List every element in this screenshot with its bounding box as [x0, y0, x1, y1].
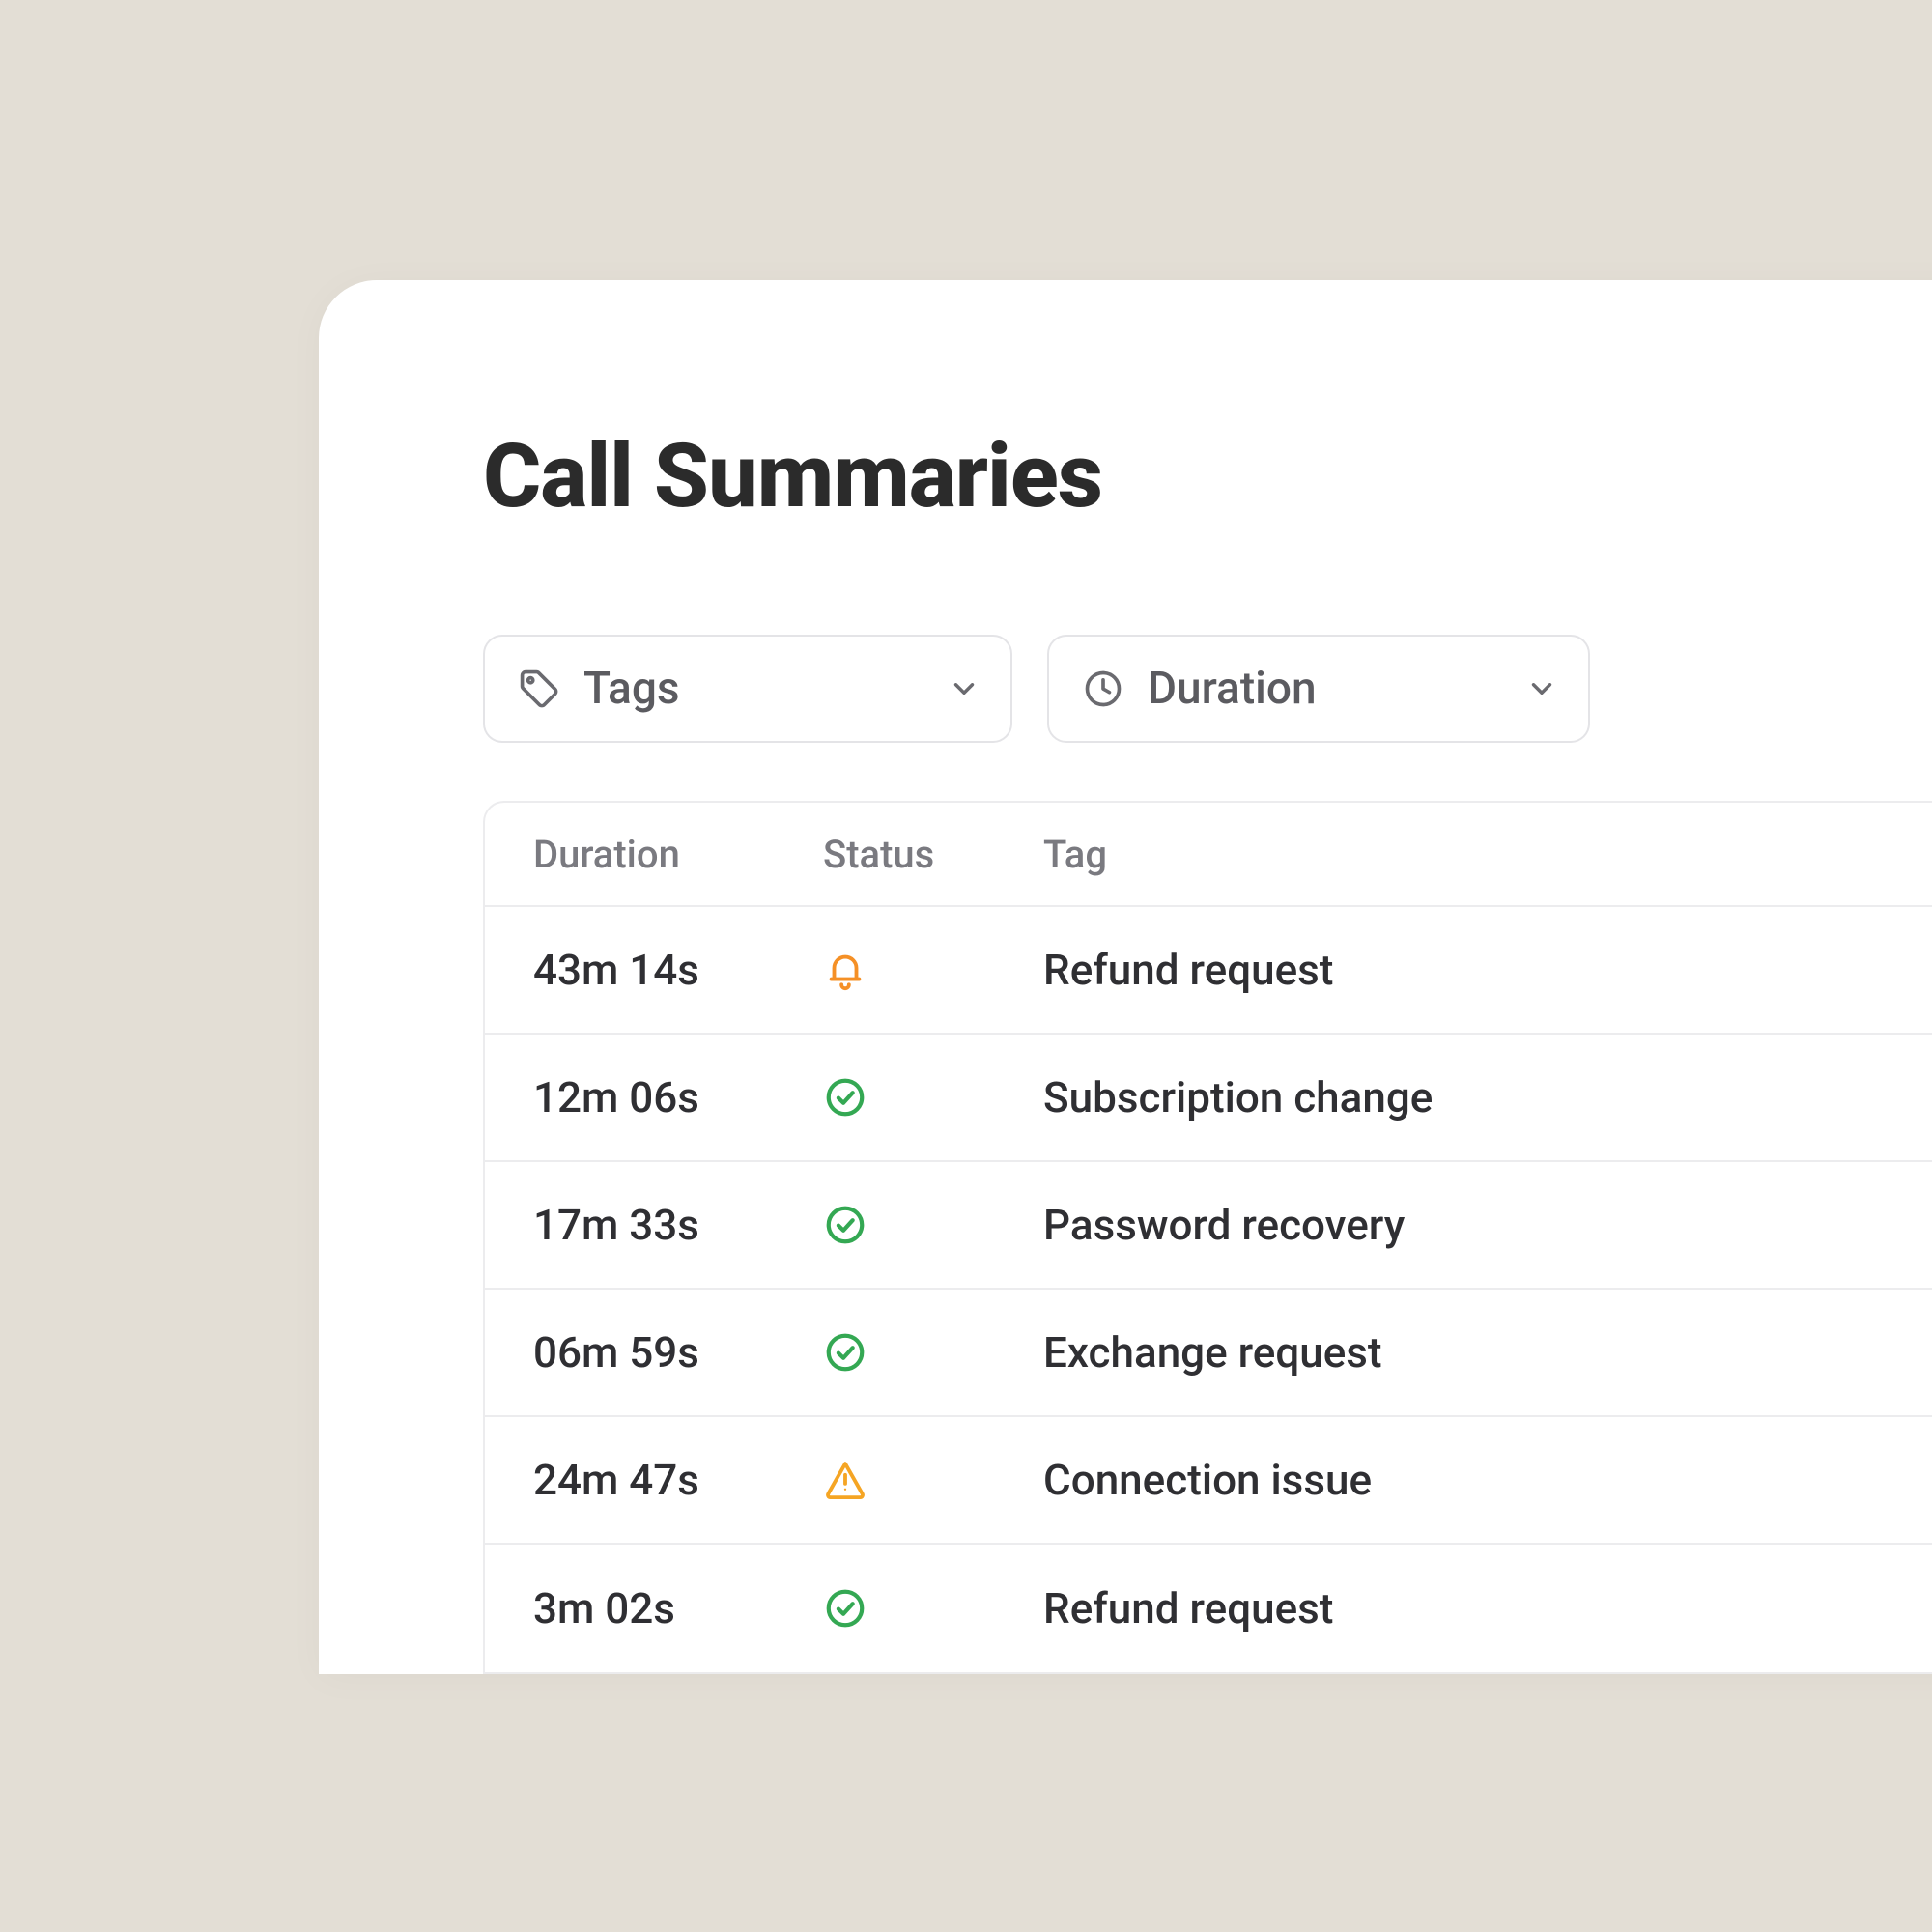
filter-bar: Tags Duration	[483, 635, 1932, 743]
duration-filter-label: Duration	[1148, 663, 1501, 715]
col-header-duration[interactable]: Duration	[533, 832, 823, 877]
cell-status	[823, 1075, 1043, 1120]
cell-duration: 17m 33s	[533, 1200, 823, 1250]
cell-duration: 06m 59s	[533, 1327, 823, 1378]
cell-tag: Password recovery	[1043, 1200, 1932, 1250]
cell-tag: Subscription change	[1043, 1072, 1932, 1122]
cell-tag: Connection issue	[1043, 1455, 1932, 1505]
cell-duration: 43m 14s	[533, 945, 823, 995]
call-table: Duration Status Tag 43m 14s Refund reque…	[483, 801, 1932, 1674]
cell-duration: 3m 02s	[533, 1583, 823, 1634]
table-row[interactable]: 3m 02s Refund request	[485, 1545, 1932, 1672]
cell-status	[823, 948, 1043, 992]
chevron-down-icon	[947, 671, 981, 706]
table-row[interactable]: 17m 33s Password recovery	[485, 1162, 1932, 1290]
table-row[interactable]: 43m 14s Refund request	[485, 907, 1932, 1035]
table-header-row: Duration Status Tag	[485, 803, 1932, 907]
check-circle-icon	[823, 1203, 867, 1247]
tags-filter[interactable]: Tags	[483, 635, 1012, 743]
cell-tag: Refund request	[1043, 945, 1932, 995]
cell-status	[823, 1458, 1043, 1502]
check-circle-icon	[823, 1330, 867, 1375]
chevron-down-icon	[1524, 671, 1559, 706]
page-title: Call Summaries	[483, 425, 1932, 528]
cell-duration: 12m 06s	[533, 1072, 823, 1122]
alert-triangle-icon	[823, 1458, 867, 1502]
cell-status	[823, 1203, 1043, 1247]
clock-icon	[1082, 668, 1124, 710]
cell-status	[823, 1586, 1043, 1631]
table-row[interactable]: 24m 47s Connection issue	[485, 1417, 1932, 1545]
cell-duration: 24m 47s	[533, 1455, 823, 1505]
table-row[interactable]: 06m 59s Exchange request	[485, 1290, 1932, 1417]
tags-filter-label: Tags	[583, 663, 923, 715]
cell-tag: Refund request	[1043, 1583, 1932, 1634]
cell-tag: Exchange request	[1043, 1327, 1932, 1378]
cell-status	[823, 1330, 1043, 1375]
duration-filter[interactable]: Duration	[1047, 635, 1590, 743]
col-header-status[interactable]: Status	[823, 832, 1043, 877]
check-circle-icon	[823, 1586, 867, 1631]
col-header-tag[interactable]: Tag	[1043, 832, 1932, 877]
check-circle-icon	[823, 1075, 867, 1120]
bell-icon	[823, 948, 867, 992]
call-summaries-card: Call Summaries Tags Duration	[319, 280, 1932, 1674]
table-row[interactable]: 12m 06s Subscription change	[485, 1035, 1932, 1162]
tag-icon	[518, 668, 560, 710]
